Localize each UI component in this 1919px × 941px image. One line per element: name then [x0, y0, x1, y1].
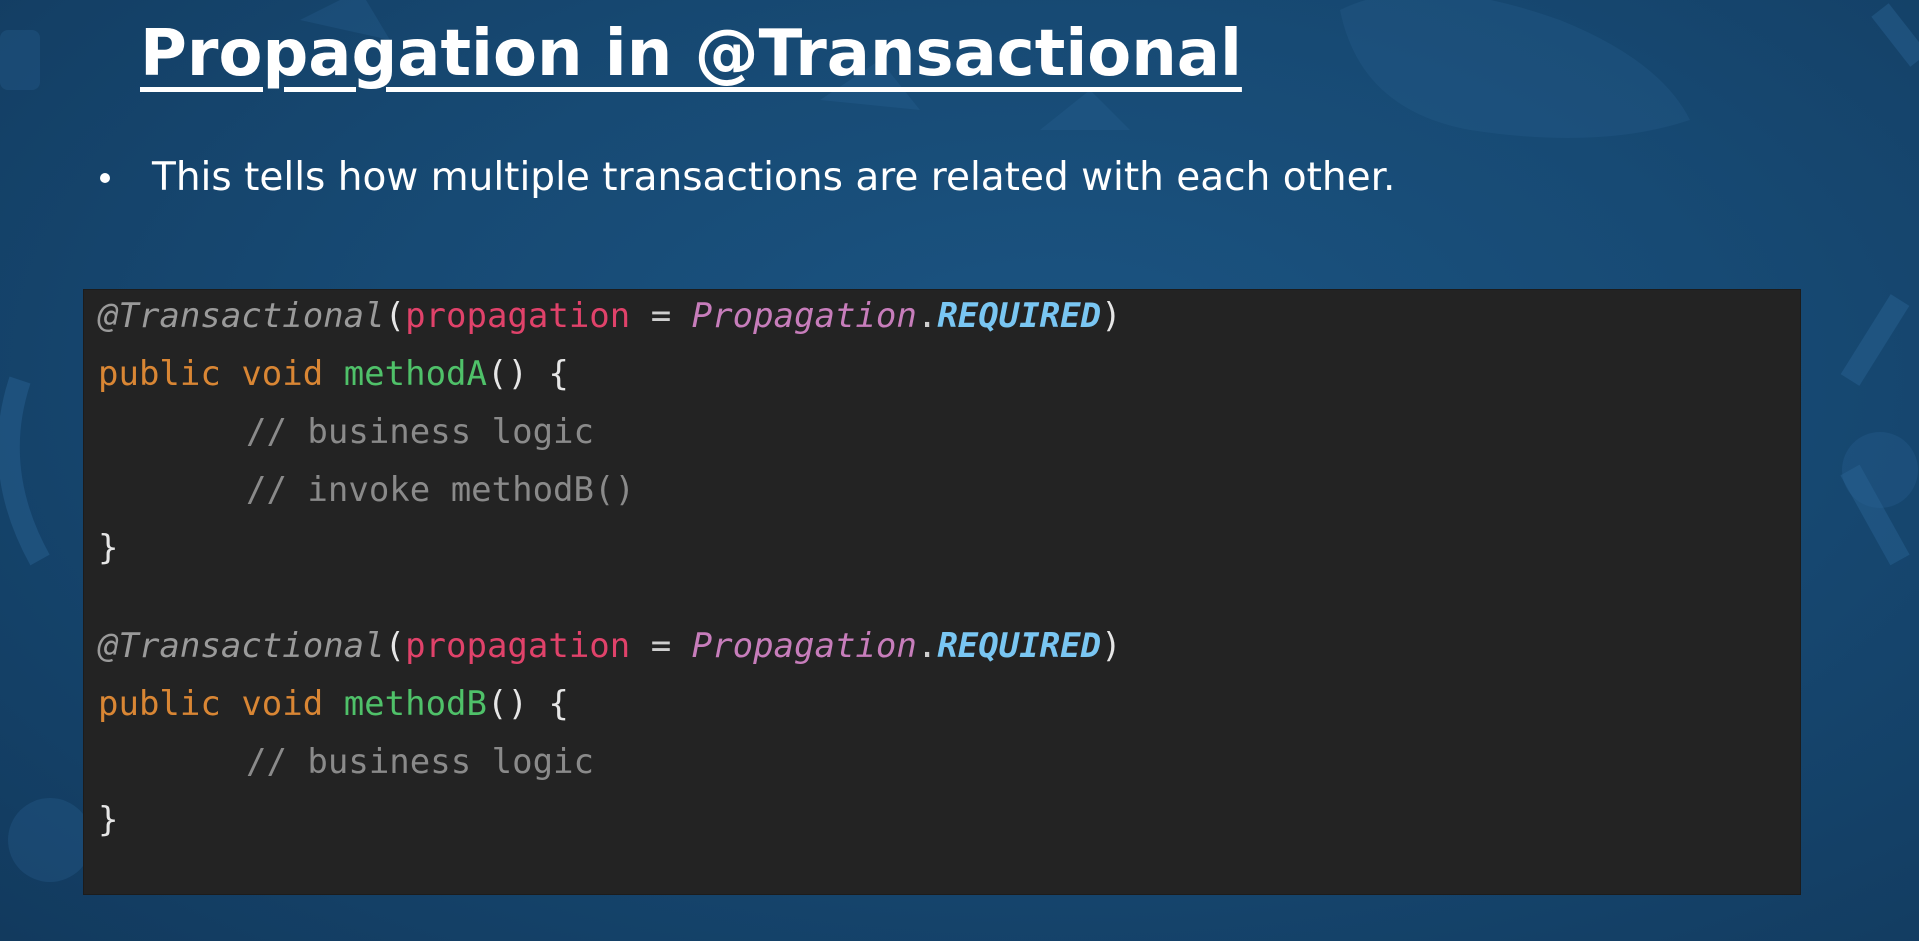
bullet-dot-icon	[100, 173, 110, 183]
close-paren: )	[1101, 296, 1122, 336]
equals-sign: =	[630, 626, 692, 666]
method-b-name: methodB	[343, 684, 487, 724]
annotation-name: @Transactional	[98, 626, 385, 666]
comment: // business logic	[246, 412, 594, 452]
code-line-comment-business-b: // business logic	[98, 740, 594, 784]
bullet-text: This tells how multiple transactions are…	[152, 155, 1396, 200]
equals-sign: =	[630, 296, 692, 336]
bullet-point: This tells how multiple transactions are…	[100, 150, 1395, 206]
code-block: @Transactional(propagation = Propagation…	[84, 290, 1800, 894]
slide-title: Propagation in @Transactional	[140, 17, 1242, 91]
close-brace: }	[98, 528, 119, 568]
close-brace: }	[98, 800, 119, 840]
comment: // invoke methodB()	[246, 470, 635, 510]
param-name: propagation	[405, 626, 631, 666]
code-line-method-a-signature: public void methodA() {	[98, 352, 569, 396]
code-line-annotation-b: @Transactional(propagation = Propagation…	[98, 624, 1122, 668]
code-line-comment-business-a: // business logic	[98, 410, 594, 454]
parens-brace: () {	[486, 684, 569, 724]
code-line-annotation-a: @Transactional(propagation = Propagation…	[98, 294, 1122, 338]
enum-value: REQUIRED	[937, 296, 1102, 336]
enum-class: Propagation	[691, 296, 917, 336]
open-paren: (	[384, 626, 406, 666]
code-line-method-b-signature: public void methodB() {	[98, 682, 569, 726]
enum-class: Propagation	[691, 626, 917, 666]
keyword-public: public	[98, 354, 221, 394]
close-paren: )	[1101, 626, 1122, 666]
method-a-name: methodA	[343, 354, 487, 394]
code-line-close-brace-a: }	[98, 526, 118, 570]
keyword-void: void	[241, 354, 324, 394]
code-line-comment-invoke: // invoke methodB()	[98, 468, 635, 512]
param-name: propagation	[405, 296, 631, 336]
enum-value: REQUIRED	[937, 626, 1102, 666]
annotation-name: @Transactional	[98, 296, 385, 336]
keyword-void: void	[241, 684, 324, 724]
parens-brace: () {	[486, 354, 569, 394]
dot: .	[916, 626, 938, 666]
comment: // business logic	[246, 742, 594, 782]
dot: .	[916, 296, 938, 336]
open-paren: (	[384, 296, 406, 336]
keyword-public: public	[98, 684, 221, 724]
code-line-close-brace-b: }	[98, 798, 118, 842]
